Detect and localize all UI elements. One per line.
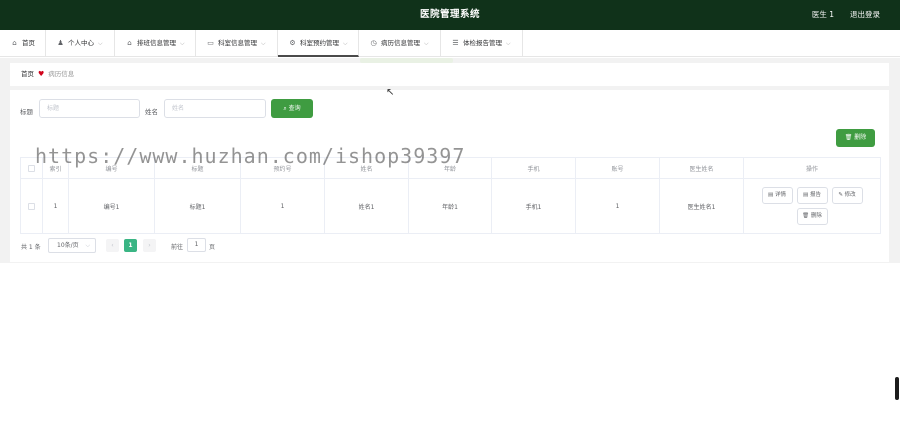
cell-code: 编号1 xyxy=(68,178,155,234)
name-label: 姓名 xyxy=(145,108,158,116)
chevron-down-icon: ⌵ xyxy=(261,40,266,47)
title-label: 标题 xyxy=(20,108,33,116)
col-code: 编号 xyxy=(68,157,155,179)
page-number-current[interactable]: 1 xyxy=(124,239,137,252)
page-unit-label: 页 xyxy=(209,244,216,251)
pagination-total: 共 1 条 xyxy=(21,244,41,251)
main-nav: ⌂ 首页 ♟ 个人中心 ⌵ ⌂ 排班信息管理 ⌵ ▭ 科室信息管理 ⌵ ⚙ 科室预约管理 ⌵ ◷ 病… xyxy=(0,30,900,57)
chevron-down-icon: ⌵ xyxy=(343,40,348,47)
nav-label: 科室信息管理 xyxy=(218,39,257,47)
cell-age: 年龄1 xyxy=(408,178,492,234)
cell-index: 1 xyxy=(42,178,69,234)
nav-label: 病历信息管理 xyxy=(381,39,420,47)
title-search-input[interactable] xyxy=(39,99,140,118)
nav-schedule[interactable]: ⌂ 排班信息管理 ⌵ xyxy=(115,30,196,57)
page-size-select[interactable]: 10条/页 ⌵ xyxy=(48,238,96,253)
cell-actions: ▤ 详情 ▤ 报告 ✎ 修改 🗑 删除 xyxy=(743,178,881,234)
detail-label: 详情 xyxy=(774,192,786,198)
person-icon: ♟ xyxy=(57,39,64,47)
row-delete-label: 删除 xyxy=(810,213,822,219)
scrollbar-thumb[interactable] xyxy=(895,377,899,400)
document-icon: ▤ xyxy=(803,192,809,198)
table-header-row: 索引 编号 标题 预约号 姓名 年龄 手机 账号 医生姓名 操作 xyxy=(20,157,881,179)
nav-medical-record[interactable]: ◷ 病历信息管理 ⌵ xyxy=(359,30,441,57)
select-all-checkbox[interactable] xyxy=(28,164,35,172)
table-row: 1 编号1 标题1 1 姓名1 年龄1 手机1 1 医生姓名1 ▤ 详情 ▤ 报告… xyxy=(20,178,881,234)
cell-name: 姓名1 xyxy=(324,178,409,234)
report-button[interactable]: ▤ 报告 xyxy=(796,187,828,204)
logout-link[interactable]: 退出登录 xyxy=(850,0,880,30)
chevron-down-icon: ⌵ xyxy=(98,40,103,47)
chevron-down-icon: ⌵ xyxy=(85,242,90,249)
col-title: 标题 xyxy=(154,157,241,179)
search-button-label: 查询 xyxy=(288,105,301,112)
nav-personal-center[interactable]: ♟ 个人中心 ⌵ xyxy=(46,30,115,57)
col-age: 年龄 xyxy=(408,157,492,179)
row-select-cell xyxy=(20,178,43,234)
nav-appointment[interactable]: ⚙ 科室预约管理 ⌵ xyxy=(278,30,359,57)
row-delete-button[interactable]: 🗑 删除 xyxy=(796,208,828,225)
nav-label: 体检报告管理 xyxy=(463,39,502,47)
document-icon: ▤ xyxy=(768,192,774,198)
nav-label: 排班信息管理 xyxy=(137,39,176,47)
trash-icon: 🗑 xyxy=(844,134,853,141)
search-icon: ⌕ xyxy=(283,105,287,112)
nav-home[interactable]: ⌂ 首页 xyxy=(0,30,46,57)
chevron-down-icon: ⌵ xyxy=(180,40,185,47)
edit-icon: ✎ xyxy=(838,192,843,198)
search-button[interactable]: ⌕ 查询 xyxy=(271,99,313,118)
col-appointment: 预约号 xyxy=(240,157,325,179)
chevron-right-icon: › xyxy=(148,242,151,249)
name-search-input[interactable] xyxy=(164,99,266,118)
nav-label: 个人中心 xyxy=(68,39,94,47)
next-page-button[interactable]: › xyxy=(143,239,156,252)
heart-icon: ♥ xyxy=(38,70,45,78)
col-phone: 手机 xyxy=(491,157,576,179)
col-account: 账号 xyxy=(575,157,660,179)
app-title: 医院管理系统 xyxy=(419,9,480,20)
bulk-delete-button[interactable]: 🗑 删除 xyxy=(836,129,875,147)
cell-title: 标题1 xyxy=(154,178,241,234)
top-bar: 医院管理系统 医生 1 退出登录 xyxy=(0,0,900,30)
cell-account: 1 xyxy=(575,178,660,234)
goto-page-input[interactable]: 1 xyxy=(187,238,206,252)
current-user: 医生 1 xyxy=(811,10,834,19)
breadcrumb: 首页 ♥ 病历信息 xyxy=(10,63,889,86)
row-checkbox[interactable] xyxy=(28,202,35,210)
clock-icon: ◷ xyxy=(370,39,377,47)
detail-button[interactable]: ▤ 详情 xyxy=(761,187,793,204)
col-index: 索引 xyxy=(42,157,69,179)
bulk-delete-label: 删除 xyxy=(854,134,867,141)
bank-icon: ⌂ xyxy=(127,39,132,47)
cell-appointment: 1 xyxy=(240,178,325,234)
nav-home-label: 首页 xyxy=(22,39,35,47)
edit-button[interactable]: ✎ 修改 xyxy=(831,187,863,204)
cell-doctor: 医生姓名1 xyxy=(659,178,744,234)
goto-label: 前往 xyxy=(171,244,184,251)
report-label: 报告 xyxy=(809,192,821,198)
edit-label: 修改 xyxy=(844,192,856,198)
breadcrumb-home[interactable]: 首页 xyxy=(21,70,34,78)
col-actions: 操作 xyxy=(743,157,881,179)
select-all-cell xyxy=(20,157,43,179)
page-size-value: 10条/页 xyxy=(57,242,79,249)
list-icon: ☰ xyxy=(452,39,459,47)
col-doctor: 医生姓名 xyxy=(659,157,744,179)
cell-phone: 手机1 xyxy=(491,178,576,234)
chat-icon: ▭ xyxy=(207,39,214,47)
chevron-down-icon: ⌵ xyxy=(424,40,429,47)
nav-department[interactable]: ▭ 科室信息管理 ⌵ xyxy=(196,30,278,57)
nav-checkup-report[interactable]: ☰ 体检报告管理 ⌵ xyxy=(441,30,523,57)
col-name: 姓名 xyxy=(324,157,409,179)
chevron-left-icon: ‹ xyxy=(111,242,114,249)
chevron-down-icon: ⌵ xyxy=(506,40,511,47)
prev-page-button[interactable]: ‹ xyxy=(106,239,119,252)
home-icon: ⌂ xyxy=(12,39,17,47)
mouse-pointer: ↖ xyxy=(386,87,395,98)
nav-label: 科室预约管理 xyxy=(300,39,339,47)
records-table: 索引 编号 标题 预约号 姓名 年龄 手机 账号 医生姓名 操作 1 编号1 标… xyxy=(20,157,881,234)
trash-icon: 🗑 xyxy=(802,213,810,219)
breadcrumb-current: 病历信息 xyxy=(48,70,75,78)
settings-icon: ⚙ xyxy=(289,39,296,47)
